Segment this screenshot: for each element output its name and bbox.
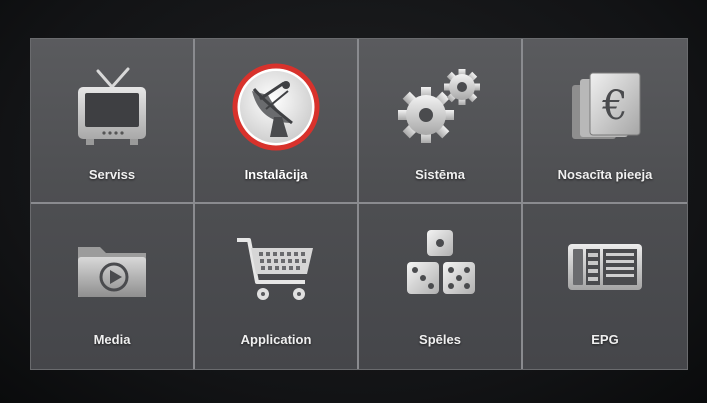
menu-item-sistema[interactable]: Sistēma bbox=[359, 39, 523, 204]
menu-item-media[interactable]: Media bbox=[31, 204, 195, 369]
menu-item-label: Serviss bbox=[88, 167, 136, 182]
menu-item-label: EPG bbox=[591, 332, 619, 347]
satellite-dish-icon bbox=[230, 61, 322, 153]
gears-icon bbox=[394, 61, 486, 153]
menu-item-application[interactable]: Application bbox=[195, 204, 359, 369]
menu-item-label: Instalācija bbox=[244, 167, 308, 182]
menu-item-nosacita-pieeja[interactable]: € Nosacīta pieeja bbox=[523, 39, 687, 204]
menu-item-epg[interactable]: EPG bbox=[523, 204, 687, 369]
menu-item-instalacija[interactable]: Instalācija bbox=[195, 39, 359, 204]
menu-item-serviss[interactable]: Serviss bbox=[31, 39, 195, 204]
menu-item-label: Application bbox=[240, 332, 312, 347]
menu-item-label: Media bbox=[93, 332, 131, 347]
shopping-cart-icon bbox=[230, 222, 322, 314]
tv-screen: Serviss Instalācija Sistēma € Nosacīta p… bbox=[0, 0, 707, 403]
main-menu-grid: Serviss Instalācija Sistēma € Nosacīta p… bbox=[30, 38, 688, 370]
menu-item-label: Sistēma bbox=[415, 167, 465, 182]
euro-cards-icon: € bbox=[559, 61, 651, 153]
menu-item-label: Spēles bbox=[419, 332, 461, 347]
menu-item-label: Nosacīta pieeja bbox=[557, 167, 653, 182]
tv-icon bbox=[66, 61, 158, 153]
media-folder-icon bbox=[66, 222, 158, 314]
svg-text:€: € bbox=[601, 83, 627, 129]
menu-item-speles[interactable]: Spēles bbox=[359, 204, 523, 369]
dice-icon bbox=[394, 222, 486, 314]
epg-guide-icon bbox=[559, 222, 651, 314]
